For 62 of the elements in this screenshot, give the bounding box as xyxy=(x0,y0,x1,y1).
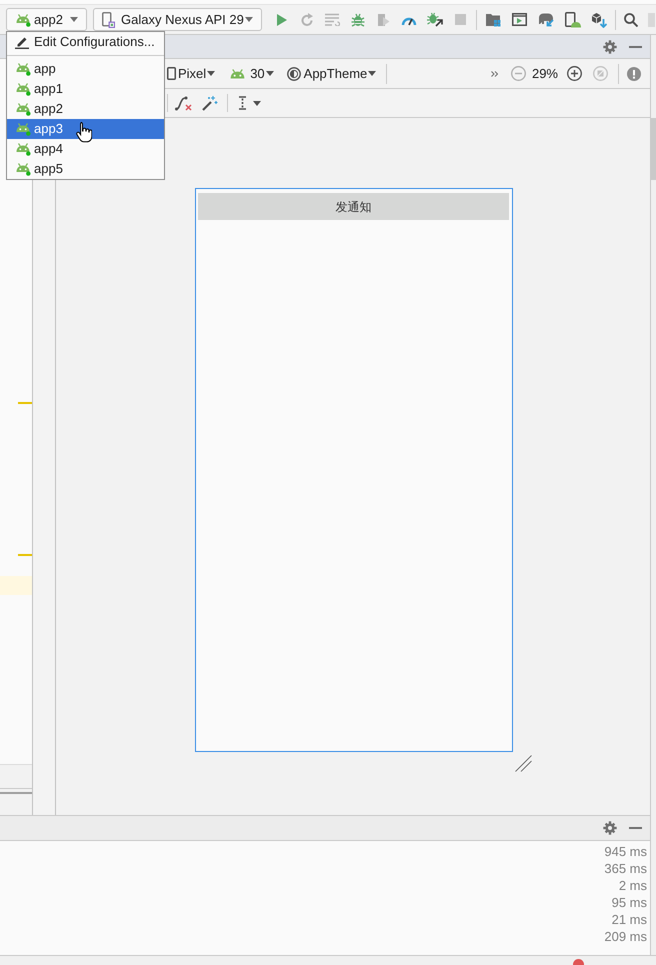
caret-icon xyxy=(70,17,78,22)
zoom-level: 29% xyxy=(532,64,558,83)
run-icon[interactable] xyxy=(276,14,287,26)
minimize-icon[interactable] xyxy=(629,46,642,48)
android-icon xyxy=(15,162,31,176)
theme-selector[interactable]: AppTheme xyxy=(304,64,376,84)
duration-text: 209 ms xyxy=(604,928,647,945)
menu-item[interactable]: app2 xyxy=(7,99,164,119)
api-level-selector[interactable]: 30 xyxy=(250,64,274,84)
bug-arrow-icon[interactable] xyxy=(426,12,443,27)
run-configuration-combo[interactable]: app2 xyxy=(6,8,87,31)
android-icon xyxy=(15,12,31,26)
menu-item[interactable]: Edit Configurations... xyxy=(7,32,164,52)
elephant-icon[interactable] xyxy=(538,12,555,27)
duration-text: 945 ms xyxy=(604,843,647,860)
menu-item[interactable]: app1 xyxy=(7,79,164,99)
window-play-icon[interactable] xyxy=(512,13,528,26)
notify-button[interactable]: 发通知 xyxy=(198,193,509,220)
zoom-in-icon[interactable] xyxy=(567,66,582,81)
device-combo[interactable]: Galaxy Nexus API 29 xyxy=(93,8,262,31)
phone-android-icon[interactable] xyxy=(564,12,581,28)
caret-icon xyxy=(266,71,274,76)
device-selector[interactable]: Pixel xyxy=(178,64,216,84)
clear-constraints-icon[interactable] xyxy=(175,96,192,110)
phone-icon xyxy=(102,12,115,28)
android-icon xyxy=(15,62,31,76)
search-icon[interactable] xyxy=(624,12,638,26)
bug-icon[interactable] xyxy=(351,12,366,26)
change-marker-icon xyxy=(18,554,32,556)
settings-icon[interactable] xyxy=(603,821,617,835)
settings-icon[interactable] xyxy=(603,40,617,54)
change-marker-icon xyxy=(18,402,32,404)
guidelines-icon[interactable] xyxy=(238,96,247,110)
android-icon xyxy=(15,142,31,156)
resize-handle-icon[interactable] xyxy=(515,755,532,772)
scrollbar-thumb[interactable] xyxy=(651,118,656,180)
android-icon xyxy=(15,122,31,136)
android-icon xyxy=(15,102,31,116)
duration-text: 21 ms xyxy=(612,911,647,928)
caret-icon xyxy=(245,17,253,22)
double-chevron-icon[interactable] xyxy=(490,70,498,76)
hand-cursor-icon xyxy=(76,121,92,143)
menu-item[interactable]: app4 xyxy=(7,139,164,159)
duration-text: 2 ms xyxy=(618,877,647,894)
android-icon xyxy=(15,82,31,96)
magic-wand-icon[interactable] xyxy=(202,95,218,111)
cube-download-icon[interactable] xyxy=(591,12,608,28)
error-icon[interactable] xyxy=(573,959,584,965)
phone-icon[interactable] xyxy=(167,67,176,80)
menu-item[interactable]: app xyxy=(7,59,164,79)
caret-icon xyxy=(207,71,216,76)
caret-icon xyxy=(253,100,261,106)
warning-icon[interactable] xyxy=(627,66,641,80)
pencil-icon xyxy=(15,35,29,49)
caret-icon xyxy=(368,71,376,76)
android-icon xyxy=(230,68,246,78)
duration-text: 95 ms xyxy=(612,894,647,911)
menu-item[interactable]: app5 xyxy=(7,159,164,179)
theme-icon[interactable] xyxy=(286,66,301,80)
menu-item[interactable]: app3 xyxy=(7,119,164,139)
duration-text: 365 ms xyxy=(604,860,647,877)
folder-icon[interactable] xyxy=(486,12,501,26)
